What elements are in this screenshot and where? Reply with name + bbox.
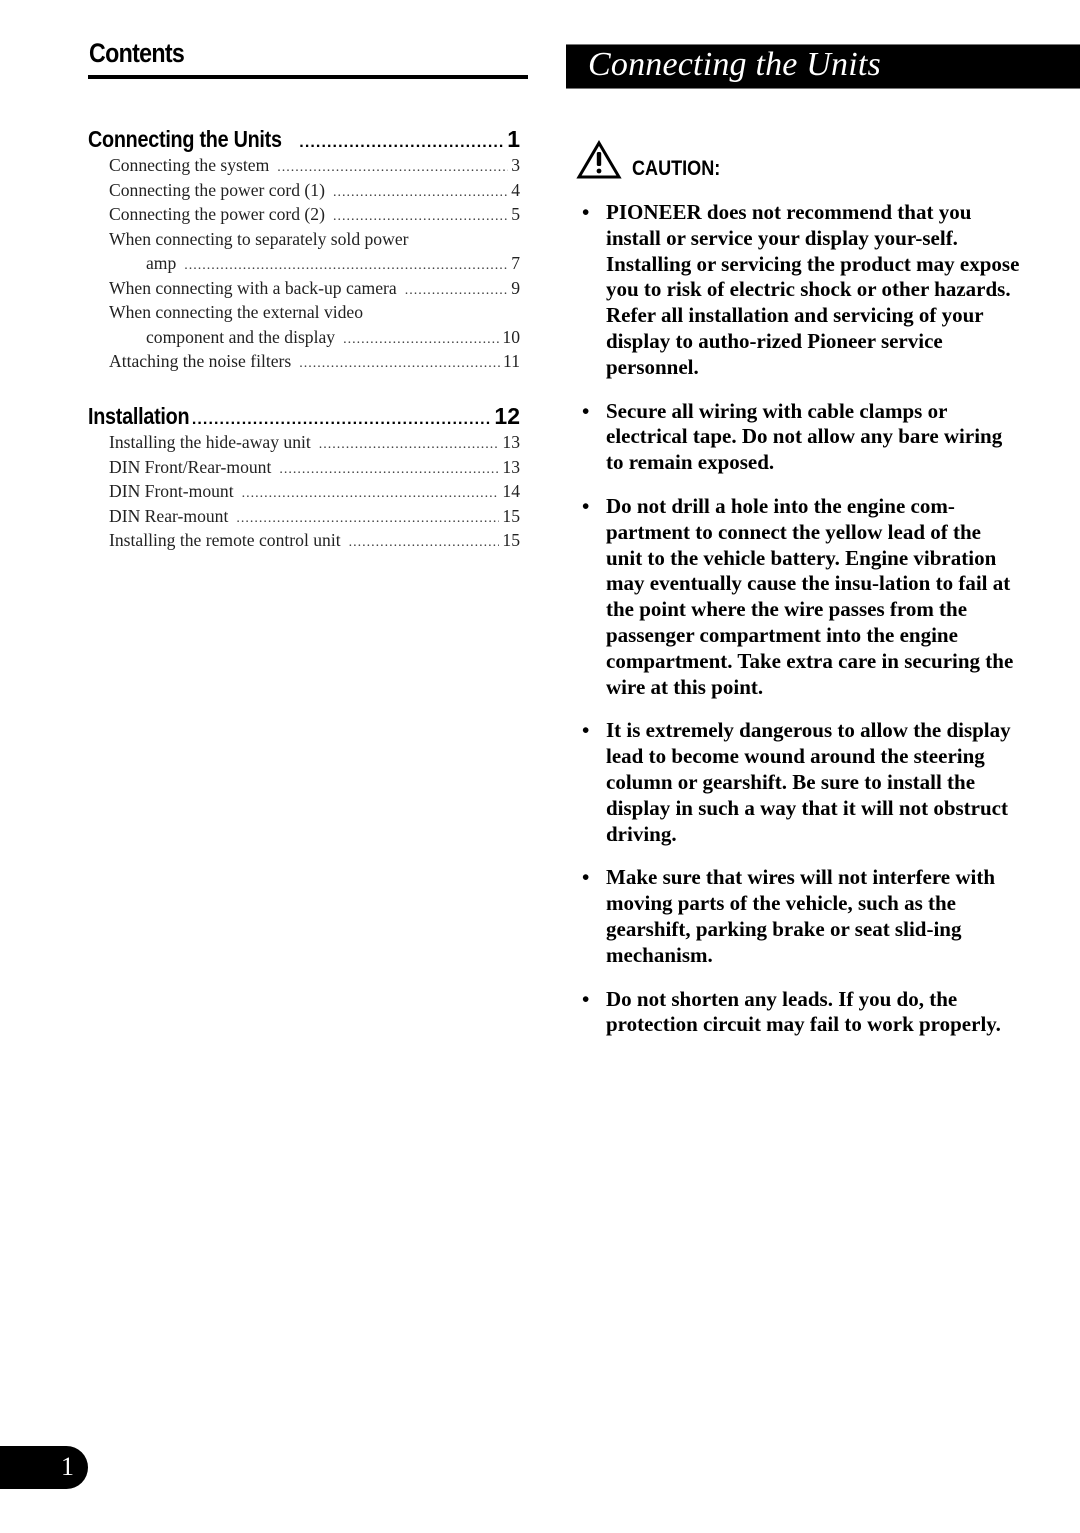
contents-title: Contents [89, 38, 185, 68]
toc-leader: ........................................… [279, 461, 499, 477]
toc-item[interactable]: Connecting the system ..................… [109, 155, 520, 180]
toc-page-number: 1 [507, 126, 520, 152]
toc-leader: ........................................… [343, 331, 499, 347]
bullet-icon: • [582, 398, 590, 423]
toc-item-page: 10 [502, 326, 520, 347]
toc-section-installation: Installation ...........................… [88, 403, 520, 555]
toc-leader: ........................................… [332, 184, 509, 200]
toc-item-label: When connecting with a back-up camera [109, 277, 397, 298]
toc-leader: ........................................… [404, 282, 509, 298]
page-number: 1 [61, 1452, 74, 1481]
toc-section-title: Connecting the Units [88, 126, 282, 152]
toc-item[interactable]: Connecting the power cord (1) ..........… [109, 180, 520, 205]
toc-leader: ........................................… [241, 486, 500, 501]
toc-item-label: Installing the hide-away unit [109, 432, 311, 452]
toc-page-number: 12 [494, 403, 520, 429]
toc-item-label: Attaching the noise filters [109, 351, 292, 371]
caution-text: Do not shorten any leads. If you do, the… [606, 986, 1001, 1037]
caution-item: • Make sure that wires will not interfer… [582, 865, 1022, 968]
toc-item[interactable]: When connecting to separately sold power [109, 229, 520, 254]
toc-item-continuation[interactable]: amp ....................................… [109, 253, 520, 278]
caution-text: Secure all wiring with cable clamps or e… [606, 398, 1003, 475]
toc-item-page: 3 [511, 155, 520, 175]
caution-text: Make sure that wires will not interfere … [606, 865, 996, 967]
caution-label: CAUTION: [632, 157, 721, 180]
toc-item-page: 7 [511, 253, 520, 273]
toc-item[interactable]: Connecting the power cord (2) ..........… [109, 204, 520, 229]
toc-item-page: 13 [502, 456, 520, 477]
toc-item-page: 15 [502, 530, 520, 550]
toc-item-page: 9 [511, 277, 520, 298]
caution-item: • Secure all wiring with cable clamps or… [582, 399, 1022, 476]
toc-section-connecting-the-units: Connecting the Units ...................… [88, 126, 520, 376]
caution-text: PIONEER does not recommend that you inst… [606, 200, 1020, 379]
caution-item: • Do not drill a hole into the engine co… [582, 494, 1022, 700]
caution-text: It is extremely dangerous to allow the d… [606, 718, 1011, 846]
toc-section-heading[interactable]: Installation ...........................… [88, 403, 520, 429]
toc-item-label: Connecting the power cord (1) [109, 179, 325, 200]
caution-list: • PIONEER does not recommend that you in… [582, 200, 1022, 1056]
page-number-badge: 1 [0, 1446, 88, 1489]
toc-item-label: amp [146, 253, 177, 273]
toc-item-label: Connecting the system [109, 155, 270, 175]
caution-item: • It is extremely dangerous to allow the… [582, 718, 1022, 847]
toc-leader: ........................................… [299, 356, 500, 371]
toc-item-label: Installing the remote control unit [109, 530, 341, 550]
toc-item-page: 11 [503, 351, 520, 371]
caution-item: • Do not shorten any leads. If you do, t… [582, 987, 1022, 1039]
toc-item-label: When connecting to separately sold power [109, 228, 409, 249]
toc-item[interactable]: Installing the remote control unit .....… [109, 530, 520, 555]
toc-item[interactable]: DIN Front-mount ........................… [109, 481, 520, 506]
toc-item-label: Connecting the power cord (2) [109, 204, 325, 224]
toc-item-page: 14 [502, 481, 520, 501]
toc-item-page: 15 [502, 505, 520, 526]
toc-item-page: 4 [511, 179, 520, 200]
section-title: Connecting the Units [588, 46, 881, 83]
toc-item-continuation[interactable]: component and the display ..............… [109, 327, 520, 352]
warning-triangle-icon [576, 140, 622, 180]
bullet-icon: • [582, 718, 590, 743]
caution-text: Do not drill a hole into the engine com-… [606, 493, 1014, 699]
toc-item[interactable]: Installing the hide-away unit ..........… [109, 432, 520, 457]
toc-leader: ........................................… [191, 411, 491, 428]
toc-item[interactable]: When connecting with a back-up camera ..… [109, 278, 520, 303]
toc-item[interactable]: When connecting the external video [109, 302, 520, 327]
section-header-banner: Connecting the Units [566, 44, 1080, 89]
toc-leader: ........................................… [332, 209, 509, 224]
toc-item-label: When connecting the external video [109, 302, 364, 322]
toc-leader: ........................................… [318, 437, 500, 452]
toc-item-page: 5 [511, 204, 520, 224]
caution-heading: CAUTION: [576, 140, 735, 180]
toc-item[interactable]: DIN Rear-mount .........................… [109, 506, 520, 531]
toc-item[interactable]: Attaching the noise filters ............… [109, 351, 520, 376]
toc-section-heading[interactable]: Connecting the Units ...................… [88, 126, 520, 152]
toc-leader: ........................................… [299, 134, 503, 151]
contents-divider [88, 75, 528, 79]
caution-item: • PIONEER does not recommend that you in… [582, 200, 1022, 381]
toc-leader: ........................................… [184, 258, 509, 273]
toc-item[interactable]: DIN Front/Rear-mount ...................… [109, 457, 520, 482]
toc-leader: ........................................… [236, 510, 499, 526]
toc-item-label: DIN Front/Rear-mount [109, 456, 272, 477]
bullet-icon: • [582, 986, 590, 1011]
bullet-icon: • [582, 200, 590, 224]
toc-section-title: Installation [88, 403, 190, 429]
bullet-icon: • [582, 493, 590, 518]
toc-leader: ........................................… [277, 160, 508, 175]
toc-item-label: component and the display [146, 326, 336, 347]
toc-item-label: DIN Front-mount [109, 481, 234, 501]
toc-leader: ........................................… [348, 535, 500, 550]
bullet-icon: • [582, 865, 590, 890]
toc-item-page: 13 [502, 432, 520, 452]
toc-item-label: DIN Rear-mount [109, 505, 229, 526]
